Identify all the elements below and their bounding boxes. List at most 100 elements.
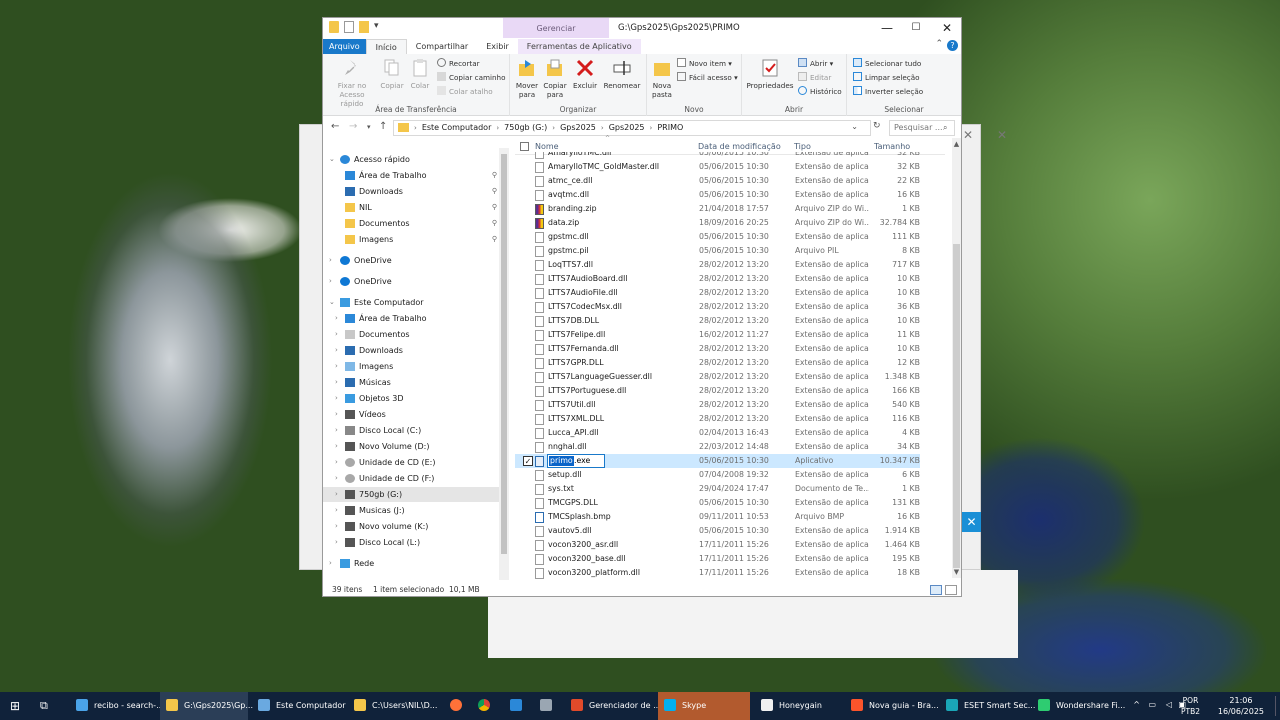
taskbar-item[interactable]: Skype: [658, 692, 750, 720]
column-header-date[interactable]: Data de modificação: [698, 142, 781, 151]
expand-chevron-icon[interactable]: ›: [335, 535, 338, 550]
properties-button[interactable]: Propriedades: [746, 58, 794, 90]
column-header-type[interactable]: Tipo: [794, 142, 811, 151]
scroll-down-icon[interactable]: ▼: [952, 568, 961, 576]
nav-scrollbar[interactable]: [499, 148, 509, 580]
tab-compartilhar[interactable]: Compartilhar: [407, 39, 477, 54]
nav-item[interactable]: › Musicas (J:): [323, 503, 499, 518]
move-to-button[interactable]: Mover para: [514, 58, 540, 99]
file-row[interactable]: atmc_ce.dll 05/06/2015 10:30 Extensão de a…: [515, 174, 920, 188]
paste-shortcut-button[interactable]: Colar atalho: [437, 86, 493, 98]
file-list-scrollbar[interactable]: ▲ ▼: [952, 138, 961, 578]
nav-item[interactable]: › Disco Local (L:): [323, 535, 499, 550]
taskbar-item[interactable]: Wondershare Fi...: [1032, 692, 1125, 720]
nav-item[interactable]: › Unidade de CD (F:): [323, 471, 499, 486]
airplane-app-icon[interactable]: [540, 692, 554, 720]
nav-item[interactable]: › Downloads: [323, 343, 499, 358]
file-row[interactable]: LTTS7Fernanda.dll 28/02/2012 13:20 Extensã…: [515, 342, 920, 356]
row-checkbox[interactable]: ✓: [523, 456, 533, 466]
nav-item[interactable]: Documentos ⚲: [323, 216, 499, 231]
file-row[interactable]: vautov5.dll 05/06/2015 10:30 Extensão de a…: [515, 524, 920, 538]
file-row[interactable]: sys.txt 29/04/2024 17:47 Documento de Te..…: [515, 482, 920, 496]
maximize-button[interactable]: ☐: [900, 18, 932, 38]
breadcrumb-item-computer[interactable]: Este Computador: [422, 123, 492, 132]
file-row[interactable]: avqtmc.dll 05/06/2015 10:30 Extensão de ap…: [515, 188, 920, 202]
taskbar-item[interactable]: recibo - search-...: [70, 692, 164, 720]
pin-quick-access-button[interactable]: Fixar no Acesso rápido: [327, 58, 377, 108]
delete-button[interactable]: Excluir: [572, 58, 598, 90]
nav-item[interactable]: Downloads ⚲: [323, 184, 499, 199]
expand-chevron-icon[interactable]: ›: [335, 327, 338, 342]
refresh-icon[interactable]: ↻: [873, 121, 881, 131]
copy-to-button[interactable]: Copiar para: [542, 58, 568, 99]
expand-chevron-icon[interactable]: ›: [335, 343, 338, 358]
scroll-up-icon[interactable]: ▲: [952, 140, 961, 148]
new-folder-button[interactable]: Nova pasta: [650, 58, 674, 99]
properties-icon[interactable]: [344, 21, 354, 33]
start-windows-icon[interactable]: ⊞: [10, 692, 20, 720]
file-row[interactable]: LTTS7CodecMsx.dll 28/02/2012 13:20 Extensã…: [515, 300, 920, 314]
nav-item[interactable]: › Objetos 3D: [323, 391, 499, 406]
history-button[interactable]: Histórico: [798, 86, 842, 98]
expand-chevron-icon[interactable]: ›: [335, 391, 338, 406]
file-row[interactable]: LTTS7Felipe.dll 16/02/2012 11:27 Extensão …: [515, 328, 920, 342]
expand-chevron-icon[interactable]: ›: [329, 274, 332, 289]
copy-button[interactable]: Copiar: [379, 58, 405, 90]
file-row[interactable]: LTTS7Util.dll 28/02/2012 13:20 Extensão de…: [515, 398, 920, 412]
file-row[interactable]: LTTS7GPR.DLL 28/02/2012 13:20 Extensão de …: [515, 356, 920, 370]
expand-chevron-icon[interactable]: ⌄: [329, 152, 335, 167]
nav-item[interactable]: › Novo Volume (D:): [323, 439, 499, 454]
close-button[interactable]: ✕: [931, 18, 963, 38]
pin-icon[interactable]: ⚲: [492, 168, 497, 183]
breadcrumb-item-primo[interactable]: PRIMO: [657, 123, 683, 132]
expand-chevron-icon[interactable]: ›: [335, 503, 338, 518]
rename-button[interactable]: Renomear: [602, 58, 642, 90]
file-row[interactable]: TMCGPS.DLL 05/06/2015 10:30 Extensão de ap…: [515, 496, 920, 510]
file-row[interactable]: vocon3200_platform.dll 17/11/2011 15:26 Ex…: [515, 566, 920, 580]
file-row[interactable]: vocon3200_asr.dll 17/11/2011 15:26 Extensã…: [515, 538, 920, 552]
new-item-button[interactable]: Novo item ▾: [677, 58, 732, 70]
rename-input[interactable]: primo .exe: [547, 454, 605, 468]
monitor-app-icon[interactable]: [510, 692, 524, 720]
file-row[interactable]: LoqTTS7.dll 28/02/2012 13:20 Extensão de a…: [515, 258, 920, 272]
file-row[interactable]: AmarylloTMC.dll 05/06/2015 10:30 Extensão …: [515, 152, 920, 160]
nav-item[interactable]: › OneDrive: [323, 274, 499, 289]
nav-item[interactable]: › Vídeos: [323, 407, 499, 422]
nav-item[interactable]: › Músicas: [323, 375, 499, 390]
file-row[interactable]: setup.dll 07/04/2008 19:32 Extensão de apl…: [515, 468, 920, 482]
nav-item[interactable]: ⌄ Este Computador: [323, 295, 499, 310]
tab-inicio[interactable]: Início: [365, 39, 407, 54]
nav-item[interactable]: › Imagens: [323, 359, 499, 374]
expand-chevron-icon[interactable]: ›: [335, 359, 338, 374]
tab-arquivo[interactable]: Arquivo: [323, 39, 366, 54]
network-icon[interactable]: ▭: [1148, 700, 1156, 709]
pin-icon[interactable]: ⚲: [492, 216, 497, 231]
select-all-button[interactable]: Selecionar tudo: [853, 58, 921, 70]
nav-item[interactable]: › Unidade de CD (E:): [323, 455, 499, 470]
file-row[interactable]: ✓ primo .exe 05/06/2015 10:30 Aplicativo 10.3…: [515, 454, 920, 468]
customize-arrow-icon[interactable]: ▾: [374, 21, 382, 33]
collapse-ribbon-icon[interactable]: ⌃: [935, 39, 943, 49]
cut-button[interactable]: Recortar: [437, 58, 480, 70]
expand-chevron-icon[interactable]: ›: [335, 311, 338, 326]
nav-item[interactable]: › Disco Local (C:): [323, 423, 499, 438]
column-header-size[interactable]: Tamanho: [874, 142, 910, 151]
address-bar[interactable]: › Este Computador › 750gb (G:) › Gps2025…: [393, 120, 871, 136]
tab-ferramentas[interactable]: Ferramentas de Aplicativo: [517, 39, 641, 54]
background-close-icon-2[interactable]: ✕: [997, 128, 1007, 142]
pin-icon[interactable]: ⚲: [492, 200, 497, 215]
nav-item[interactable]: › Rede: [323, 556, 499, 571]
expand-chevron-icon[interactable]: ⌄: [329, 295, 335, 310]
tab-exibir[interactable]: Exibir: [477, 39, 518, 54]
file-row[interactable]: LTTS7AudioFile.dll 28/02/2012 13:20 Extens…: [515, 286, 920, 300]
minimize-button[interactable]: —: [871, 18, 903, 38]
file-row[interactable]: data.zip 18/09/2016 20:25 Arquivo ZIP do W…: [515, 216, 920, 230]
file-list-scroll-thumb[interactable]: [953, 244, 960, 568]
column-header-name[interactable]: Nome: [535, 142, 559, 151]
file-row[interactable]: LTTS7Portuguese.dll 28/02/2012 13:20 Exten…: [515, 384, 920, 398]
taskbar-item[interactable]: G:\Gps2025\Gp...: [160, 692, 253, 720]
large-icons-view-icon[interactable]: [945, 585, 957, 595]
background-close-button[interactable]: ✕: [962, 512, 981, 532]
file-row[interactable]: AmarylloTMC_GoldMaster.dll 05/06/2015 10:…: [515, 160, 920, 174]
background-close-icon[interactable]: ✕: [963, 128, 973, 142]
